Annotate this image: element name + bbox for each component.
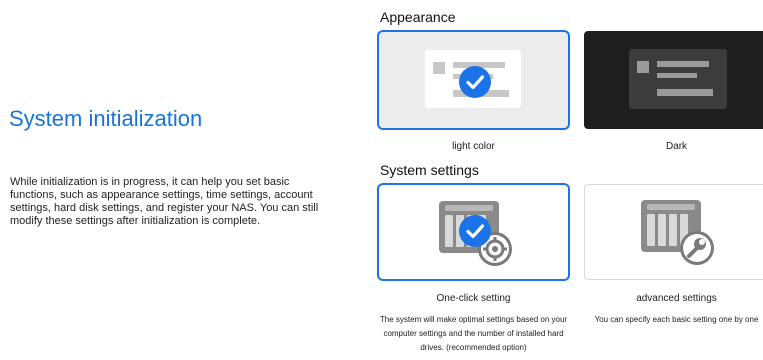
one-click-setting-description: The system will make optimal settings ba…: [379, 315, 568, 352]
appearance-light-card[interactable]: [377, 30, 570, 130]
advanced-settings-description: You can specify each basic setting one b…: [594, 315, 759, 324]
nas-wrench-icon: [637, 196, 717, 268]
appearance-dark-label: Dark: [665, 141, 688, 152]
check-icon: [459, 66, 491, 98]
one-click-setting-card[interactable]: [377, 183, 570, 281]
dark-window-preview: [629, 49, 727, 109]
check-icon: [459, 215, 491, 247]
system-settings-heading: System settings: [380, 162, 479, 178]
appearance-dark-card[interactable]: [584, 31, 763, 129]
system-initialization-page: System initialization While initializati…: [0, 0, 763, 360]
appearance-heading: Appearance: [380, 9, 456, 25]
appearance-light-label: light color: [452, 141, 495, 152]
one-click-setting-label: One-click setting: [436, 293, 511, 304]
page-title: System initialization: [9, 106, 203, 131]
advanced-settings-card[interactable]: [584, 184, 763, 280]
intro-description: While initialization is in progress, it …: [10, 176, 319, 227]
advanced-settings-label: advanced settings: [636, 293, 717, 304]
